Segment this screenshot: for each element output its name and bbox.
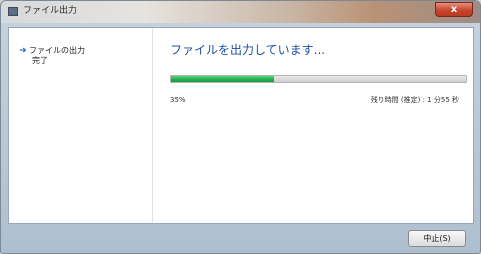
progress-fill (171, 76, 275, 82)
dialog-content: ➜ ファイルの出力 完了 ファイルを出力しています... 35% 残り時間 (推定… (8, 27, 474, 224)
progress-percent: 35% (170, 96, 186, 104)
steps-sidebar: ➜ ファイルの出力 完了 (9, 28, 153, 223)
title-bar[interactable]: ファイル出力 x (1, 1, 480, 23)
close-button[interactable]: x (435, 2, 473, 17)
stop-button[interactable]: 中止(S) (408, 230, 466, 247)
progress-bar (170, 75, 467, 83)
sidebar-item-label: ファイルの出力 (29, 46, 85, 55)
close-icon: x (450, 4, 458, 15)
sidebar-item-label: 完了 (32, 56, 48, 65)
page-title: ファイルを出力しています... (170, 43, 326, 57)
time-remaining: 残り時間 (推定) : 1 分55 秒 (370, 96, 459, 104)
arrow-right-icon: ➜ (19, 46, 27, 56)
sidebar-item-file-output: ➜ ファイルの出力 (19, 45, 85, 57)
app-icon (8, 7, 18, 16)
dialog-footer: 中止(S) (1, 224, 480, 253)
window-title: ファイル出力 (23, 6, 78, 16)
sidebar-item-complete: 完了 (32, 55, 48, 66)
dialog-window: ファイル出力 x ➜ ファイルの出力 完了 ファイルを出力しています... 35%… (0, 0, 481, 254)
